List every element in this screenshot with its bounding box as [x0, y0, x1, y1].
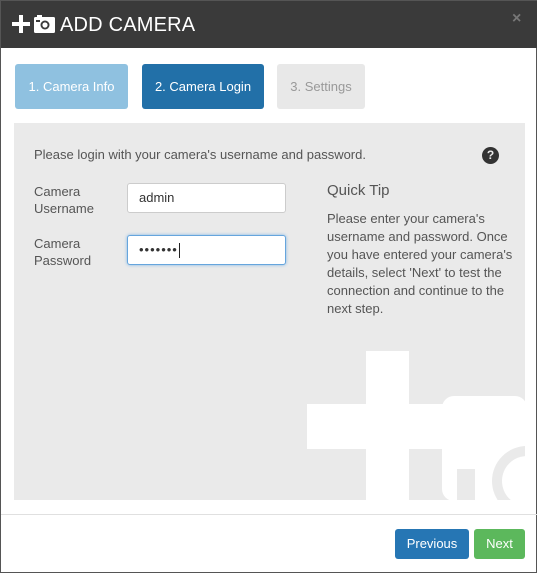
- step-camera-login[interactable]: 2. Camera Login: [142, 64, 264, 109]
- step-camera-info[interactable]: 1. Camera Info: [15, 64, 128, 109]
- username-value: admin: [139, 190, 175, 205]
- help-icon[interactable]: ?: [482, 147, 499, 164]
- close-icon[interactable]: ×: [512, 10, 521, 28]
- username-label-line1: Camera: [34, 184, 81, 199]
- quick-tip-body: Please enter your camera's username and …: [327, 211, 513, 316]
- login-instructions: Please login with your camera's username…: [34, 147, 366, 162]
- text-cursor: [178, 243, 180, 259]
- camera-username-input[interactable]: admin: [127, 183, 286, 213]
- camera-login-panel: Please login with your camera's username…: [14, 123, 525, 500]
- plus-icon: [12, 15, 30, 33]
- password-masked-value: •••••••: [139, 242, 178, 257]
- password-label-line2: Password: [34, 253, 92, 268]
- password-label: Camera Password: [34, 235, 91, 269]
- username-label: Camera Username: [34, 183, 94, 217]
- add-camera-dialog: ADD CAMERA × 1. Camera Info 2. Camera Lo…: [0, 0, 537, 573]
- footer-divider: [1, 514, 537, 515]
- quick-tip-title: Quick Tip: [327, 182, 390, 199]
- password-label-line1: Camera: [34, 236, 81, 251]
- dialog-header: ADD CAMERA ×: [1, 1, 537, 48]
- username-label-line2: Username: [34, 201, 94, 216]
- camera-password-input[interactable]: •••••••: [127, 235, 286, 265]
- step-settings: 3. Settings: [277, 64, 365, 109]
- next-button[interactable]: Next: [474, 529, 525, 559]
- plus-camera-watermark-icon: [307, 351, 525, 500]
- previous-button[interactable]: Previous: [395, 529, 469, 559]
- dialog-title: ADD CAMERA: [60, 14, 196, 36]
- camera-icon: [34, 15, 55, 33]
